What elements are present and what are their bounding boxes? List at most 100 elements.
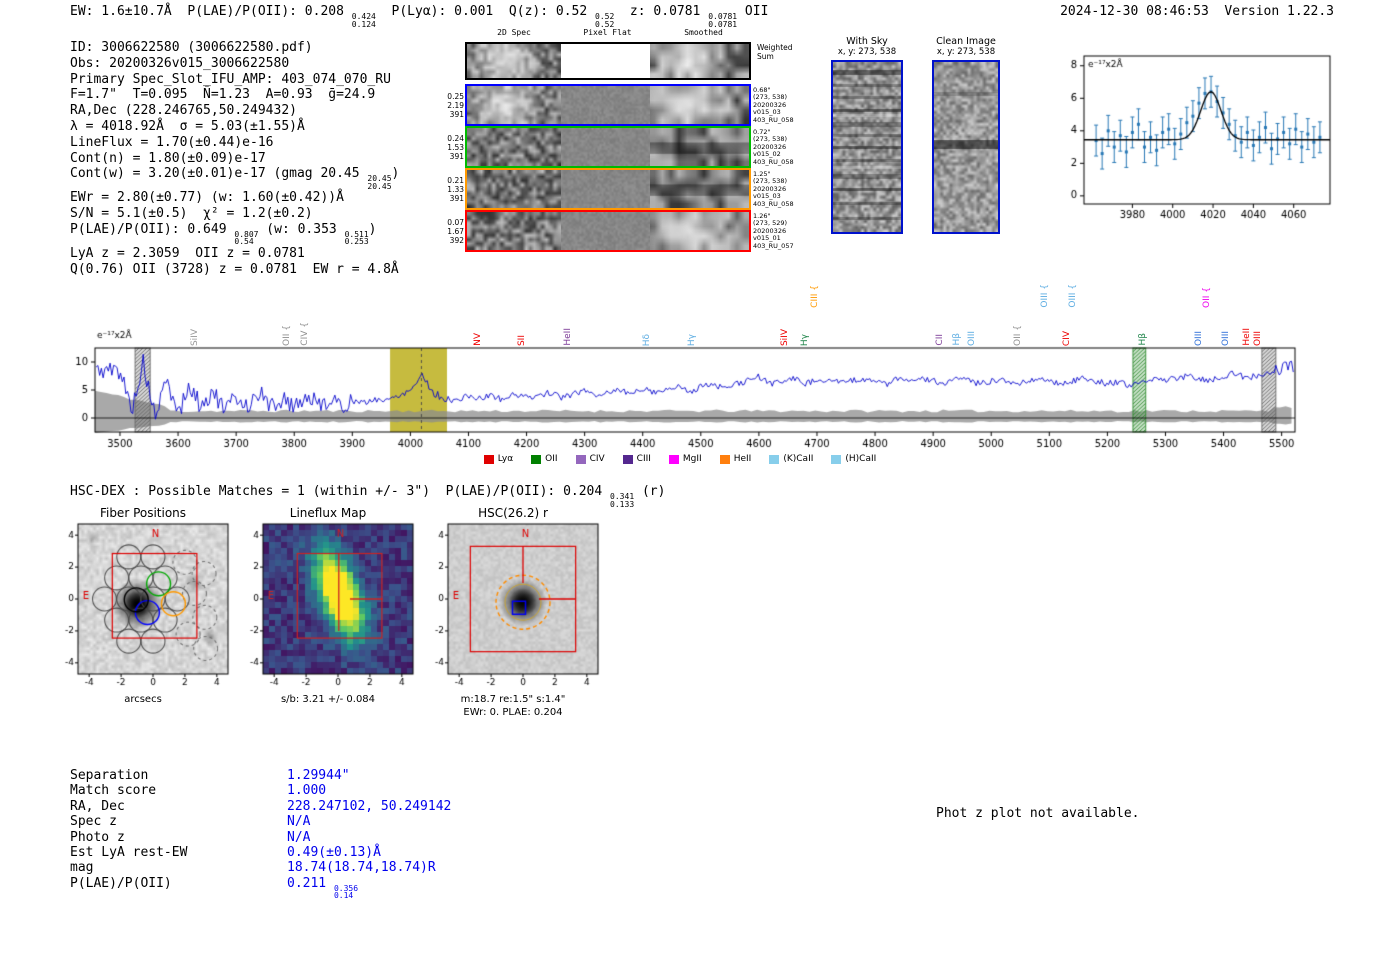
legend-swatch <box>668 454 679 464</box>
emission-line-label: SII <box>516 334 527 346</box>
hsc-xlabel2: EWr: 0. PLAE: 0.204 <box>463 707 563 718</box>
match-row: Est LyA rest-EW 0.49(±0.13)Å <box>70 845 451 860</box>
spec2d-strip-2d <box>467 44 561 78</box>
spec2d-col-header-pixelflat: Pixel Flat <box>583 28 632 37</box>
match-row-value: N/A <box>287 814 311 830</box>
match-row: RA, Dec 228.247102, 50.249142 <box>70 799 451 814</box>
hsc-cutout-title: HSC(26.2) r <box>478 506 548 520</box>
spec2d-weight-value: 0.21 <box>447 176 464 185</box>
emission-line-label: OII { <box>282 325 293 346</box>
spec2d-weight-value: 1.33 <box>447 185 464 194</box>
legend-label: CIV <box>589 454 605 464</box>
clean-image-coords: x, y: 273, 538 <box>936 47 996 57</box>
emission-line-label: Hδ <box>641 333 652 346</box>
match-row-label: Photo z <box>70 829 125 845</box>
hsc-image-plot <box>420 522 606 692</box>
spec2d-weight-value: 391 <box>449 152 464 161</box>
emission-line-label: OIII <box>1221 330 1232 346</box>
spec2d-weight-value: 1.53 <box>447 143 464 152</box>
emission-line-label: OIII { <box>1040 284 1051 308</box>
clean-image <box>932 60 1000 234</box>
emission-line-label: OIII <box>1194 330 1205 346</box>
legend-label: (K)CaII <box>783 454 814 464</box>
with-sky-coords: x, y: 273, 538 <box>837 47 897 57</box>
match-row: P(LAE)/P(OII) 0.211 0.356 0.14 <box>70 876 451 900</box>
hsc-xlabel: m:18.7 re:1.5" s:1.4" <box>460 694 566 705</box>
match-row: Spec z N/A <box>70 814 451 829</box>
spec2d-row-weights: 0.24 1.53 391 <box>437 134 464 161</box>
match-row-value: 18.74(18.74,18.74)R <box>287 860 436 876</box>
info-line: RA,Dec (228.246765,50.249432) <box>70 103 297 119</box>
legend-label: MgII <box>682 454 702 464</box>
info-line: ID: 3006622580 (3006622580.pdf) <box>70 40 313 55</box>
legend-item: OII <box>531 454 558 464</box>
legend-swatch <box>719 454 730 464</box>
emission-line-label: Hβ <box>1137 333 1148 346</box>
spec2d-row-annotation: 0.68" (273, 538) 20200326 v015_03 403_RU_058 <box>753 86 825 124</box>
legend-label: CIII <box>636 454 651 464</box>
emission-line-label: HeII <box>562 328 573 346</box>
legend-label: OII <box>545 454 558 464</box>
spec2d-annotation-line: 403_RU_058 <box>753 157 794 166</box>
match-row-label: Match score <box>70 783 157 799</box>
legend-swatch <box>483 454 494 464</box>
match-row-label: mag <box>70 860 94 876</box>
match-row-value: 0.211 0.356 0.14 <box>287 875 359 901</box>
spec2d-weight-value: 0.24 <box>447 134 464 143</box>
emission-line-label: OIII <box>967 330 978 346</box>
spec2d-row-weights: 0.07 1.67 392 <box>437 218 464 245</box>
spec2d-row-annotation: 1.25" (273, 538) 20200326 v015_03 403_RU_058 <box>753 170 825 208</box>
match-row-label: RA, Dec <box>70 798 125 814</box>
spec2d-col-header-smoothed: Smoothed <box>684 28 723 37</box>
spec2d-annotation-line: 403_RU_058 <box>753 199 794 208</box>
spec2d-strip-smoothed <box>650 170 749 208</box>
header-timestamp: 2024-12-30 08:46:53 Version 1.22.3 <box>1060 4 1334 19</box>
spec2d-col-header-2dspec: 2D Spec <box>497 28 531 37</box>
spec2d-row-annotation: 0.72" (273, 538) 20200326 v015_02 403_RU_058 <box>753 128 825 166</box>
emission-line-label: Hγ <box>800 333 811 346</box>
spec2d-weight-value: 391 <box>449 194 464 203</box>
info-line: Primary Spec_Slot_IFU_AMP: 403_074_070_R… <box>70 71 391 87</box>
legend-item: HeII <box>719 454 751 464</box>
elixer-detection-report: EW: 1.6±10.7Å P(LAE)/P(OII): 0.208 0.424… <box>0 0 1400 953</box>
emission-line-labels: SiIV OII {CIV {NV SII HeII Hδ Hγ SiIV Hγ CIII {C… <box>55 256 1305 348</box>
photz-note: Phot z plot not available. <box>936 806 1140 821</box>
lineflux-map-plot <box>235 522 421 692</box>
spec2d-strip-flat-empty <box>561 44 650 78</box>
clean-image-panel: Clean Image x, y: 273, 538 <box>930 28 1002 234</box>
detection-info-block: ID: 3006622580 (3006622580.pdf) Obs: 2020… <box>70 40 399 278</box>
spec2d-fiber-row: 0.25 2.19 391 0.68" (273, 538) 20200326 v015_0… <box>447 84 794 126</box>
emission-line-label: CIV { <box>299 322 310 346</box>
with-sky-image <box>831 60 903 234</box>
legend-label: (H)CaII <box>845 454 877 464</box>
spec2d-weight-value: 391 <box>449 110 464 119</box>
spec2d-fiber-row: 0.07 1.67 392 1.26" (273, 529) 20200326 v015_0… <box>447 210 794 252</box>
emission-line-label: CIV <box>1061 330 1072 346</box>
spec2d-annotation-line: 403_RU_058 <box>753 115 794 124</box>
legend-item: (K)CaII <box>769 454 813 464</box>
legend-item: CIV <box>575 454 605 464</box>
spec2d-fiber-row: 0.24 1.53 391 0.72" (273, 538) 20200326 v015_0… <box>447 126 794 168</box>
spec2d-strip-pixelflat <box>561 86 650 124</box>
weighted-sum-label-line2: Sum <box>757 51 774 61</box>
legend-item: CIII <box>622 454 651 464</box>
info-line: Cont(w) = 3.20(±0.01)e-17 (gmag 20.45 20… <box>70 166 400 191</box>
match-row-value: 1.29944" <box>287 768 350 783</box>
emission-line-label: HeII <box>1241 328 1252 346</box>
emission-line-label: OIII { <box>1068 284 1079 308</box>
match-row-label: P(LAE)/P(OII) <box>70 875 172 891</box>
spec2d-row-weights: 0.21 1.33 391 <box>437 176 464 203</box>
match-row-label: Est LyA rest-EW <box>70 845 188 861</box>
spec2d-annotation-line: 403_RU_057 <box>753 241 794 250</box>
fiber-positions-plot <box>50 522 236 692</box>
emission-line-label: OII { <box>1012 325 1023 346</box>
lineflux-xlabel: s/b: 3.21 +/- 0.084 <box>280 694 376 705</box>
emission-line-label: Hγ <box>687 333 698 346</box>
legend-swatch <box>831 454 842 464</box>
emission-line-label: OIII <box>1253 330 1264 346</box>
weighted-sum-label: Weighted Sum <box>757 43 793 61</box>
clean-image-title: Clean Image <box>936 36 996 47</box>
emission-line-label: CIII { <box>810 285 821 308</box>
spec2d-strip-2d <box>467 86 561 124</box>
spec2d-fiber-row: 0.21 1.33 391 1.25" (273, 538) 20200326 v015_0… <box>447 168 794 210</box>
